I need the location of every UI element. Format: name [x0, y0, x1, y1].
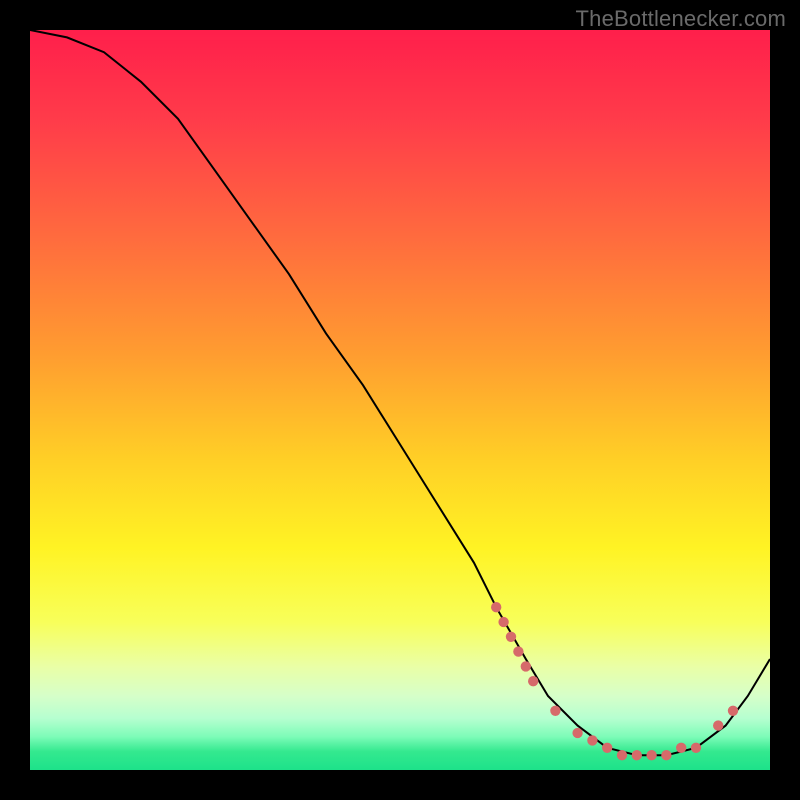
marker-dot [513, 646, 523, 656]
marker-dot [646, 750, 656, 760]
marker-dot [521, 661, 531, 671]
watermark-text: TheBottlenecker.com [576, 6, 786, 32]
marker-dot [498, 617, 508, 627]
chart-frame: TheBottlenecker.com [0, 0, 800, 800]
marker-dot [617, 750, 627, 760]
marker-dot [602, 743, 612, 753]
marker-dot [506, 632, 516, 642]
marker-dot [587, 735, 597, 745]
marker-dot [491, 602, 501, 612]
marker-dot [661, 750, 671, 760]
chart-svg [30, 30, 770, 770]
gradient-rect [30, 30, 770, 770]
marker-dot [572, 728, 582, 738]
marker-dot [728, 706, 738, 716]
marker-dot [550, 706, 560, 716]
marker-dot [528, 676, 538, 686]
marker-dot [691, 743, 701, 753]
plot-area [30, 30, 770, 770]
marker-dot [676, 743, 686, 753]
marker-dot [713, 720, 723, 730]
marker-dot [632, 750, 642, 760]
